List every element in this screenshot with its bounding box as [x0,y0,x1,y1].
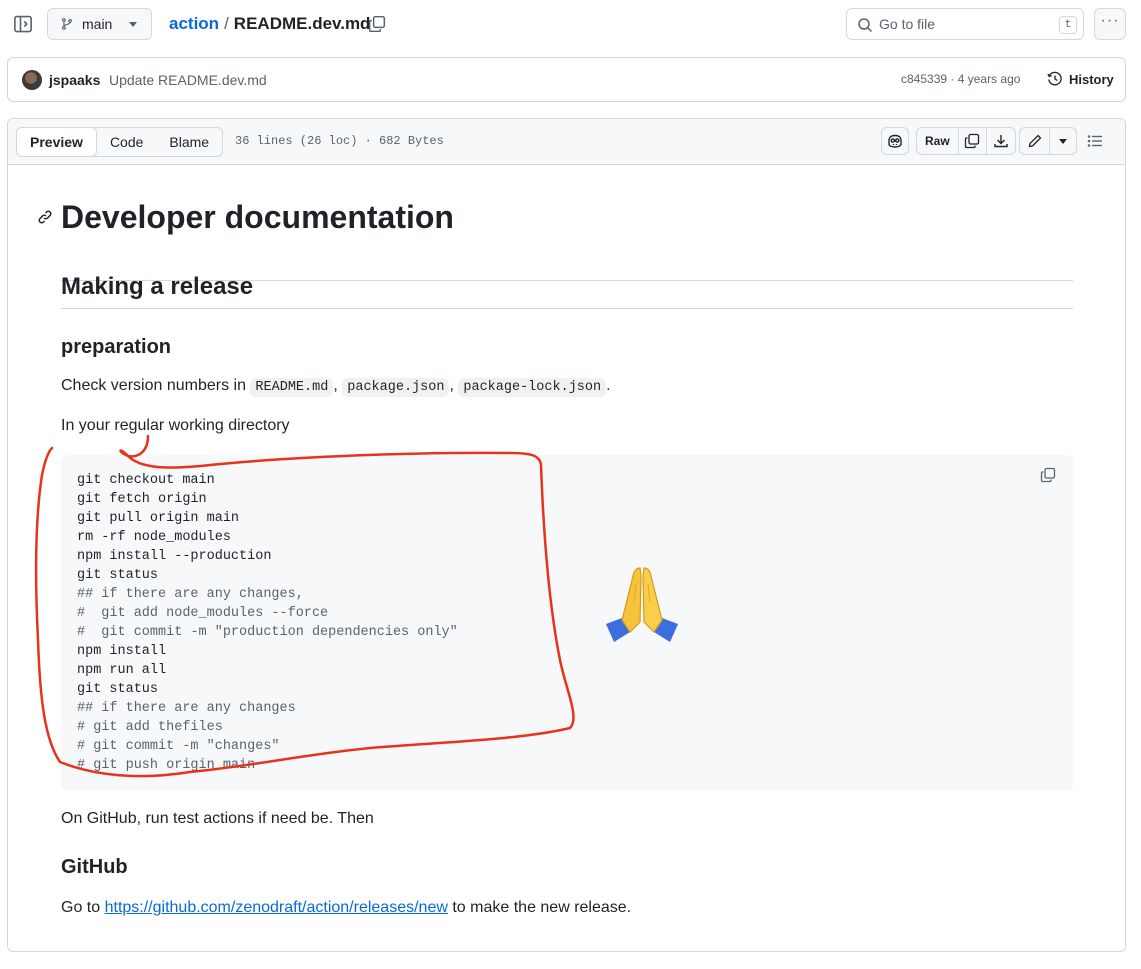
code-line: npm install --production [77,549,272,564]
go-to-file-placeholder: Go to file [879,16,936,32]
code-line: git checkout main [77,473,215,488]
raw-button[interactable]: Raw [917,128,959,154]
history-button[interactable]: History [1047,71,1114,87]
download-button[interactable] [987,128,1015,154]
inline-code: package-lock.json [458,378,607,397]
avatar[interactable] [22,70,42,90]
go-to-file-input[interactable]: Go to file t [846,8,1084,40]
inline-code: package.json [342,378,450,397]
chevron-down-icon [1059,138,1067,144]
code-line: npm install [77,644,167,659]
breadcrumb-repo-link[interactable]: action [169,14,219,34]
copy-icon[interactable] [368,15,386,33]
view-mode-tabs: Preview Code Blame [16,127,224,157]
tab-code[interactable]: Code [97,128,156,156]
paragraph-github-run: On GitHub, run test actions if need be. … [61,810,374,827]
tab-blame[interactable]: Blame [156,128,222,156]
breadcrumb-file: README.dev.md [233,14,371,33]
breadcrumb: action / README.dev.md [169,14,370,34]
text: , [449,377,454,394]
clock-history-icon [1047,71,1062,86]
text: Check version numbers in [61,377,246,394]
code-line: # git commit -m "changes" [77,739,280,754]
heading-preparation: preparation [61,336,172,358]
paragraph-goto-link: Go to https://github.com/zenodraft/actio… [61,899,631,917]
text: , [333,377,338,394]
link-icon[interactable] [37,209,53,225]
code-line: # git add thefiles [77,720,223,735]
heading-github: GitHub [61,856,128,878]
pencil-icon [1028,134,1041,148]
paragraph-version-numbers: Check version numbers in README.md, pack… [61,377,611,397]
more-options-button[interactable]: ··· [1094,8,1126,40]
code-line: rm -rf node_modules [77,530,231,545]
tab-preview[interactable]: Preview [16,127,97,157]
copilot-icon [888,134,902,148]
file-viewer: Preview Code Blame 36 lines (26 loc) · 6… [7,118,1126,952]
text: . [606,377,611,394]
heading-developer-documentation: Developer documentation [61,199,1073,281]
file-header: Preview Code Blame 36 lines (26 loc) · 6… [8,119,1125,165]
text: to make the new release. [452,899,632,916]
latest-commit-bar: jspaaks Update README.dev.md c845339 · 4… [7,57,1126,102]
code-line: git status [77,682,159,697]
folded-hands-emoji [606,567,678,642]
download-icon [993,135,1008,148]
code-line: ## if there are any changes, [77,587,304,602]
code-line: git pull origin main [77,511,240,526]
copy-icon [965,133,980,149]
branch-selector-button[interactable]: main [47,8,152,40]
raw-copy-download-group: Raw [916,127,1016,155]
inline-code: README.md [250,378,334,397]
edit-dropdown-button[interactable] [1050,128,1076,154]
code-line: npm run all [77,663,167,678]
keyboard-shortcut-badge: t [1059,16,1077,34]
code-line: git fetch origin [77,492,207,507]
chevron-down-icon [129,22,137,27]
commit-author[interactable]: jspaaks [49,72,100,88]
copy-raw-button[interactable] [959,128,987,154]
code-block: git checkout main git fetch origin git pul… [61,455,1073,791]
edit-button[interactable] [1020,128,1050,154]
code-line: # git commit -m "production dependencies… [77,625,458,640]
code-line: git status [77,568,159,583]
code-line: # git add node_modules --force [77,606,329,621]
heading-making-a-release: Making a release [61,273,1073,309]
code-line: ## if there are any changes [77,701,296,716]
branch-name: main [82,16,113,32]
copilot-button[interactable] [881,127,909,155]
paragraph-working-directory: In your regular working directory [61,417,290,434]
commit-sha-and-time[interactable]: c845339 · 4 years ago [901,72,1020,86]
copy-icon[interactable] [1040,467,1056,483]
sidebar-toggle-icon[interactable] [13,14,33,34]
search-icon [858,18,873,33]
commit-message[interactable]: Update README.dev.md [109,72,267,88]
file-info: 36 lines (26 loc) · 682 Bytes [235,134,444,148]
code-lines: git checkout main git fetch origin git pul… [77,471,458,775]
edit-group [1019,127,1077,155]
git-branch-icon [62,18,72,30]
code-line: # git push origin main [77,758,256,773]
list-unordered-icon[interactable] [1087,133,1103,149]
top-bar: main action / README.dev.md Go to file t… [0,0,1141,48]
history-label: History [1069,71,1114,87]
text: Go to [61,899,101,916]
breadcrumb-separator: / [224,14,229,33]
releases-link[interactable]: https://github.com/zenodraft/action/rele… [105,899,448,916]
